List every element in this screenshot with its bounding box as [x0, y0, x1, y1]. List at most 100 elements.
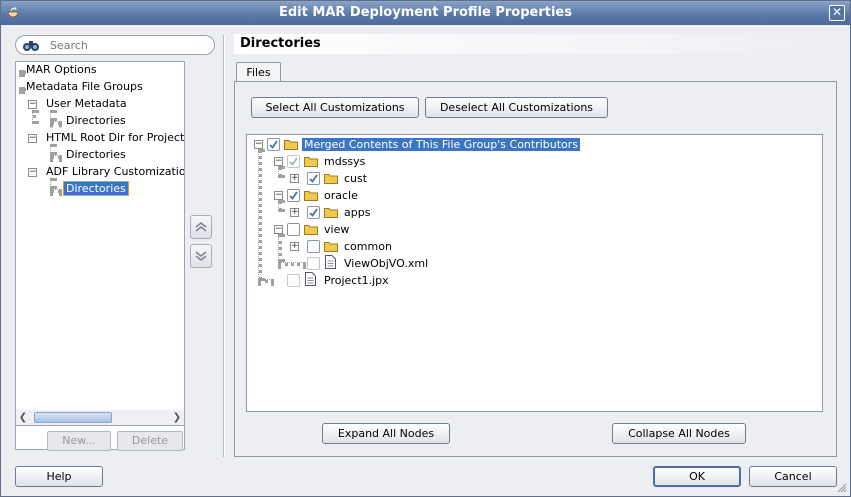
scroll-left-icon[interactable]: ❮	[16, 410, 30, 425]
help-button[interactable]: Help	[15, 466, 103, 487]
tree-node-viewobjvo[interactable]: ViewObjVO.xml	[344, 255, 428, 272]
expand-toggle[interactable]: +	[290, 174, 299, 183]
expand-all-nodes-button[interactable]: Expand All Nodes	[322, 423, 450, 444]
check-icon	[309, 174, 318, 183]
new-button[interactable]: New...	[47, 431, 111, 451]
ok-label: OK	[689, 470, 705, 483]
tree-node-label: mdssys	[324, 155, 366, 168]
panel-splitter[interactable]	[223, 35, 225, 457]
delete-button-label: Delete	[131, 434, 169, 447]
checkbox-oracle[interactable]	[287, 189, 300, 202]
nav-item-adf-library[interactable]: ADF Library Customizations	[46, 164, 185, 180]
page-title-text: Directories	[240, 36, 321, 51]
cancel-label: Cancel	[774, 470, 812, 483]
folder-icon	[284, 140, 298, 150]
checkbox-view[interactable]	[287, 223, 300, 236]
scroll-right-icon[interactable]: ❯	[170, 410, 184, 425]
tree-node-merged-contents[interactable]: Merged Contents of This File Group's Con…	[302, 136, 581, 153]
nav-item-label: ADF Library Customizations	[46, 165, 185, 178]
expand-all-label: Expand All Nodes	[337, 427, 435, 440]
navigation-tree: MAR Options Metadata File Groups − User …	[15, 61, 185, 450]
nav-item-html-root-dir[interactable]: HTML Root Dir for Project1	[46, 130, 185, 146]
check-icon	[289, 191, 298, 200]
checkbox-viewobjvo[interactable]	[307, 257, 320, 270]
select-all-label: Select All Customizations	[265, 101, 405, 114]
collapse-toggle[interactable]: −	[28, 168, 37, 177]
close-button[interactable]: ✕	[829, 5, 845, 21]
checkbox-apps[interactable]	[307, 206, 320, 219]
search-box[interactable]	[15, 35, 215, 55]
collapse-toggle[interactable]: −	[28, 100, 37, 109]
tree-node-label: cust	[344, 172, 368, 185]
tree-connector	[278, 262, 306, 266]
delete-button[interactable]: Delete	[117, 431, 183, 451]
dialog-window: Edit MAR Deployment Profile Properties ✕…	[0, 0, 851, 497]
search-input[interactable]	[48, 38, 208, 52]
nav-item-label: HTML Root Dir for Project1	[46, 131, 185, 144]
collapse-all-nodes-button[interactable]: Collapse All Nodes	[612, 423, 746, 444]
ok-button[interactable]: OK	[653, 466, 741, 487]
tree-node-oracle[interactable]: oracle	[324, 187, 358, 204]
tree-connector	[278, 200, 282, 212]
move-up-button[interactable]	[190, 215, 212, 239]
tree-node-view[interactable]: view	[324, 221, 349, 238]
check-icon	[269, 140, 278, 149]
tree-connector	[19, 87, 25, 91]
checkbox-mdssys[interactable]	[287, 155, 300, 168]
folder-icon	[324, 208, 338, 218]
tree-node-label: ViewObjVO.xml	[344, 257, 429, 270]
nav-item-label: User Metadata	[46, 97, 127, 110]
expand-toggle[interactable]: +	[290, 208, 299, 217]
checkbox-project1[interactable]	[287, 274, 300, 287]
tab-files-label: Files	[246, 66, 271, 79]
page-title: Directories	[234, 34, 838, 54]
nav-item-metadata-file-groups[interactable]: Metadata File Groups	[26, 79, 143, 95]
nav-item-label: Directories	[63, 181, 129, 196]
nav-item-html-root-directories[interactable]: Directories	[66, 147, 126, 163]
collapse-toggle[interactable]: −	[274, 157, 283, 166]
collapse-toggle[interactable]: −	[28, 134, 37, 143]
checkbox-cust[interactable]	[307, 172, 320, 185]
folder-icon	[304, 157, 318, 167]
horizontal-scrollbar[interactable]: ❮ ❯	[15, 410, 185, 426]
tab-files[interactable]: Files	[236, 62, 281, 82]
nav-item-adf-directories[interactable]: Directories	[63, 181, 129, 197]
deselect-all-label: Deselect All Customizations	[439, 101, 594, 114]
document-icon	[305, 272, 316, 286]
collapse-toggle[interactable]: −	[254, 140, 263, 149]
check-icon	[309, 208, 318, 217]
nav-item-user-metadata[interactable]: User Metadata	[46, 96, 127, 112]
tree-connector	[278, 166, 282, 178]
tree-node-project1[interactable]: Project1.jpx	[324, 272, 389, 289]
move-down-button[interactable]	[190, 244, 212, 268]
tree-connector	[19, 70, 25, 74]
cancel-button[interactable]: Cancel	[749, 466, 837, 487]
collapse-toggle[interactable]: −	[274, 225, 283, 234]
resize-grip-icon[interactable]	[837, 483, 847, 493]
expand-toggle[interactable]: +	[290, 242, 299, 251]
tree-connector	[278, 234, 282, 262]
collapse-toggle[interactable]: −	[274, 191, 283, 200]
select-all-customizations-button[interactable]: Select All Customizations	[251, 97, 419, 118]
nav-item-user-metadata-directories[interactable]: Directories	[66, 113, 126, 129]
checkbox-merged-contents[interactable]	[267, 138, 280, 151]
tree-node-label: Project1.jpx	[324, 274, 389, 287]
tree-node-apps[interactable]: apps	[344, 204, 370, 221]
nav-item-label: Metadata File Groups	[26, 80, 143, 93]
checkbox-common[interactable]	[307, 240, 320, 253]
deselect-all-customizations-button[interactable]: Deselect All Customizations	[425, 97, 608, 118]
folder-icon	[304, 191, 318, 201]
tree-node-cust[interactable]: cust	[344, 170, 367, 187]
scroll-thumb[interactable]	[34, 412, 112, 423]
tree-connector	[258, 149, 262, 281]
document-icon	[325, 255, 336, 269]
collapse-all-label: Collapse All Nodes	[628, 427, 730, 440]
file-tree: − Merged Contents of This File Group's C…	[246, 134, 823, 412]
tree-node-label: common	[344, 240, 392, 253]
nav-item-mar-options[interactable]: MAR Options	[26, 62, 97, 78]
double-chevron-up-icon	[195, 221, 207, 232]
tree-node-mdssys[interactable]: mdssys	[324, 153, 365, 170]
nav-item-label: Directories	[66, 114, 126, 127]
tree-connector	[50, 189, 62, 193]
tree-node-common[interactable]: common	[344, 238, 392, 255]
